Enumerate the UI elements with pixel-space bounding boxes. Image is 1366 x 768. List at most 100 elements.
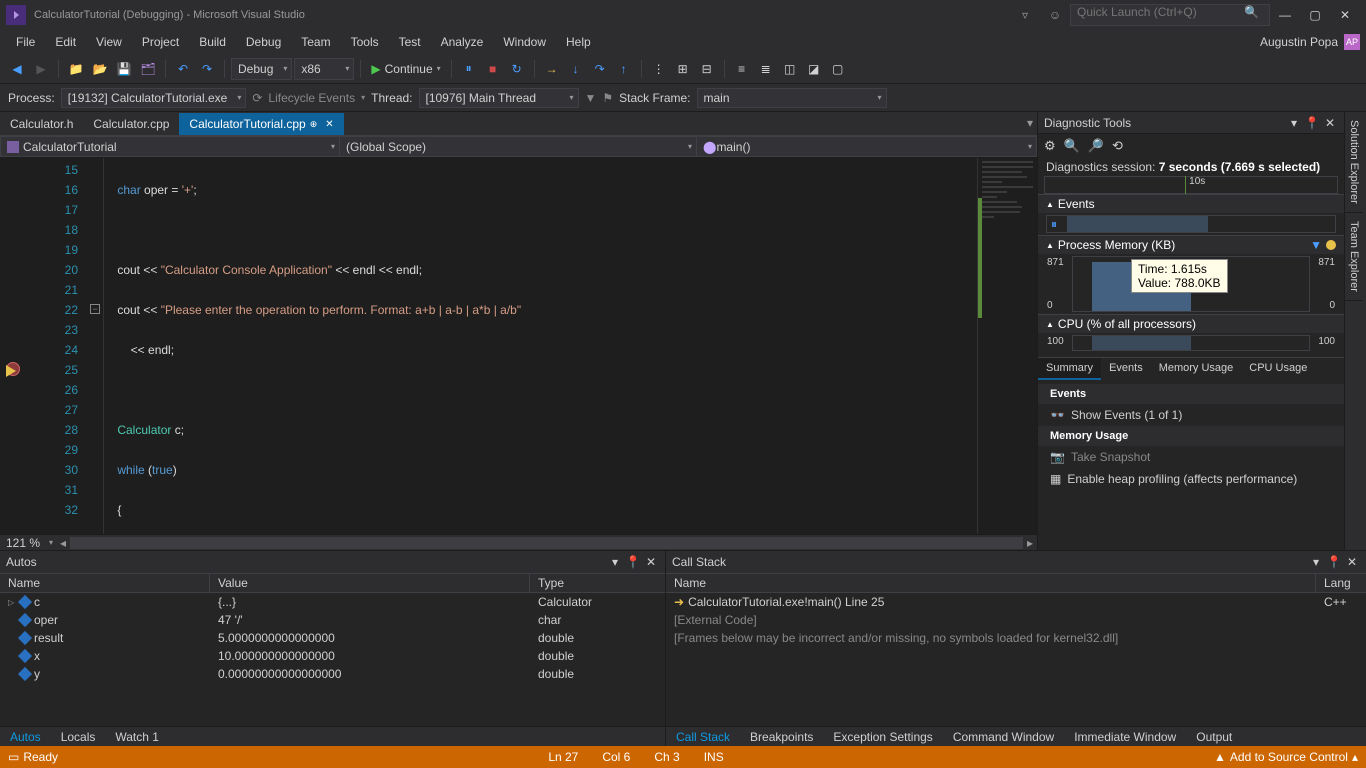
scroll-left-icon[interactable]: ◂ xyxy=(56,536,70,550)
minimize-button[interactable]: — xyxy=(1270,0,1300,30)
callstack-col-lang[interactable]: Lang xyxy=(1316,574,1366,592)
callstack-row[interactable]: [External Code] xyxy=(666,611,1366,629)
diag-zoomout-icon[interactable]: 🔎 xyxy=(1088,138,1104,154)
diag-show-events[interactable]: 👓Show Events (1 of 1) xyxy=(1038,404,1344,426)
diag-tab[interactable]: Summary xyxy=(1038,358,1101,380)
diag-memory-header[interactable]: ▲Process Memory (KB) ▼ xyxy=(1038,236,1344,254)
uncomment-btn[interactable]: ◪ xyxy=(803,58,825,80)
diag-timeline[interactable]: 10s xyxy=(1044,176,1338,194)
menu-help[interactable]: Help xyxy=(556,30,601,54)
thread-dropdown[interactable]: [10976] Main Thread xyxy=(419,88,579,108)
config-dropdown[interactable]: Debug xyxy=(231,58,292,80)
continue-button[interactable]: ▶Continue▾ xyxy=(367,62,444,76)
bottom-tab[interactable]: Command Window xyxy=(943,727,1064,748)
horizontal-scrollbar[interactable] xyxy=(70,537,1023,549)
autos-col-type[interactable]: Type xyxy=(530,574,665,592)
step-over-button[interactable]: ↷ xyxy=(589,58,611,80)
bottom-tab[interactable]: Exception Settings xyxy=(823,727,942,748)
diag-tab[interactable]: Events xyxy=(1101,358,1151,380)
step-out-button[interactable]: ↑ xyxy=(613,58,635,80)
save-button[interactable]: 💾 xyxy=(113,58,135,80)
bottom-tab[interactable]: Call Stack xyxy=(666,727,740,748)
maximize-button[interactable]: ▢ xyxy=(1300,0,1330,30)
close-button[interactable]: ✕ xyxy=(1330,0,1360,30)
new-project-button[interactable]: 📁 xyxy=(65,58,87,80)
menu-team[interactable]: Team xyxy=(291,30,340,54)
menu-tools[interactable]: Tools xyxy=(341,30,389,54)
nav-back-button[interactable]: ◀ xyxy=(6,58,28,80)
bottom-tab[interactable]: Output xyxy=(1186,727,1242,748)
autos-row[interactable]: result5.0000000000000000double xyxy=(0,629,665,647)
menu-test[interactable]: Test xyxy=(389,30,431,54)
autos-col-value[interactable]: Value xyxy=(210,574,530,592)
diag-settings-icon[interactable]: ⚙ xyxy=(1044,138,1056,154)
file-tab[interactable]: CalculatorTutorial.cpp⊕✕ xyxy=(179,113,343,135)
autos-row[interactable]: y0.00000000000000000double xyxy=(0,665,665,683)
execution-pointer-icon[interactable] xyxy=(6,365,16,377)
platform-dropdown[interactable]: x86 xyxy=(294,58,354,80)
callstack-close-icon[interactable]: ✕ xyxy=(1344,554,1360,570)
diag-snapshot[interactable]: 📷Take Snapshot xyxy=(1038,446,1344,468)
nav-fwd-button[interactable]: ▶ xyxy=(30,58,52,80)
scroll-right-icon[interactable]: ▸ xyxy=(1023,536,1037,550)
redo-button[interactable]: ↷ xyxy=(196,58,218,80)
menu-analyze[interactable]: Analyze xyxy=(431,30,494,54)
misc-btn-2[interactable]: ⊞ xyxy=(672,58,694,80)
diag-heap[interactable]: ▦Enable heap profiling (affects performa… xyxy=(1038,468,1344,490)
autos-dropdown-icon[interactable]: ▾ xyxy=(607,554,623,570)
bottom-tab[interactable]: Breakpoints xyxy=(740,727,823,748)
feedback-icon[interactable]: ☺ xyxy=(1040,0,1070,30)
side-tab[interactable]: Team Explorer xyxy=(1345,213,1363,301)
bookmark-btn[interactable]: ▢ xyxy=(827,58,849,80)
callstack-row[interactable]: ➜ CalculatorTutorial.exe!main() Line 25C… xyxy=(666,593,1366,611)
autos-pin-icon[interactable]: 📍 xyxy=(625,554,641,570)
zoom-level[interactable]: 121 % xyxy=(0,536,46,550)
diag-pin-icon[interactable]: 📍 xyxy=(1304,115,1320,131)
code-editor[interactable]: char oper = '+'; cout << "Calculator Con… xyxy=(104,158,977,534)
filter-icon[interactable]: ▼ xyxy=(585,91,597,105)
menu-file[interactable]: File xyxy=(6,30,45,54)
open-button[interactable]: 📂 xyxy=(89,58,111,80)
zoom-dropdown-icon[interactable]: ▾ xyxy=(46,538,56,547)
diag-zoomin-icon[interactable]: 🔍 xyxy=(1064,138,1080,154)
diag-events-header[interactable]: ▲Events xyxy=(1038,195,1344,213)
nav-scope-3[interactable]: ⬤ main() xyxy=(697,136,1037,157)
misc-btn-3[interactable]: ⊟ xyxy=(696,58,718,80)
quick-launch-input[interactable] xyxy=(1077,5,1237,19)
file-tab[interactable]: Calculator.cpp xyxy=(83,113,179,135)
source-control[interactable]: ▲Add to Source Control▴ xyxy=(1214,750,1358,764)
menu-edit[interactable]: Edit xyxy=(45,30,86,54)
notification-icon[interactable]: ▿ xyxy=(1010,0,1040,30)
diag-cpu-header[interactable]: ▲CPU (% of all processors) xyxy=(1038,315,1344,333)
restart-button[interactable]: ↻ xyxy=(506,58,528,80)
autos-row[interactable]: x10.000000000000000double xyxy=(0,647,665,665)
menu-view[interactable]: View xyxy=(86,30,132,54)
stackframe-dropdown[interactable]: main xyxy=(697,88,887,108)
menu-build[interactable]: Build xyxy=(189,30,236,54)
bottom-tab[interactable]: Watch 1 xyxy=(105,727,169,748)
outdent-btn[interactable]: ≣ xyxy=(755,58,777,80)
menu-project[interactable]: Project xyxy=(132,30,189,54)
minimap[interactable] xyxy=(977,158,1037,534)
callstack-col-name[interactable]: Name xyxy=(666,574,1316,592)
lifecycle-label[interactable]: Lifecycle Events xyxy=(268,91,355,105)
flag-icon[interactable]: ⚑ xyxy=(602,91,613,105)
callstack-pin-icon[interactable]: 📍 xyxy=(1326,554,1342,570)
break-all-button[interactable]: ⏸ xyxy=(458,58,480,80)
side-tab[interactable]: Solution Explorer xyxy=(1345,112,1363,213)
indent-btn[interactable]: ≡ xyxy=(731,58,753,80)
callstack-row[interactable]: [Frames below may be incorrect and/or mi… xyxy=(666,629,1366,647)
process-dropdown[interactable]: [19132] CalculatorTutorial.exe xyxy=(61,88,247,108)
user-account[interactable]: Augustin Popa AP xyxy=(1260,34,1360,50)
diag-tab[interactable]: Memory Usage xyxy=(1151,358,1242,380)
autos-col-name[interactable]: Name xyxy=(0,574,210,592)
autos-row[interactable]: ▷c{...}Calculator xyxy=(0,593,665,611)
diag-dropdown-icon[interactable]: ▾ xyxy=(1286,115,1302,131)
file-tab[interactable]: Calculator.h xyxy=(0,113,83,135)
menu-debug[interactable]: Debug xyxy=(236,30,291,54)
misc-btn-1[interactable]: ⋮ xyxy=(648,58,670,80)
diag-close-icon[interactable]: ✕ xyxy=(1322,115,1338,131)
save-all-button[interactable]: 🗂 xyxy=(137,58,159,80)
show-next-button[interactable]: → xyxy=(541,58,563,80)
bottom-tab[interactable]: Locals xyxy=(51,727,106,748)
